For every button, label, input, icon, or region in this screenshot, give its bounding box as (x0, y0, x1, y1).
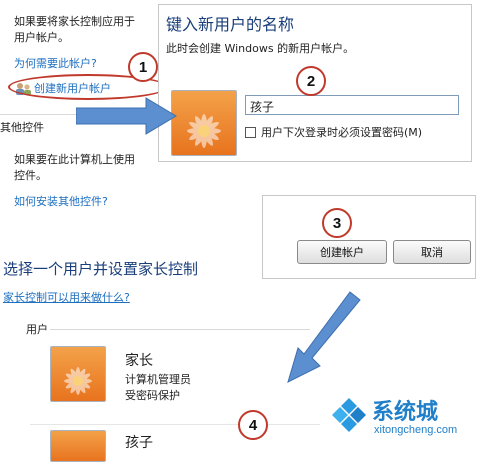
step-4-badge: 4 (238, 410, 268, 440)
dialog-subtitle: 此时会创建 Windows 的新用户帐户。 (166, 42, 355, 55)
username-input[interactable]: 孩子 (245, 95, 459, 115)
users-section-label: 用户 (26, 323, 48, 336)
step-2-badge: 2 (296, 66, 326, 96)
buttons-panel: 创建帐户 取消 (262, 195, 476, 279)
require-password-label: 用户下次登录时必须设置密码(M) (261, 126, 423, 139)
why-need-account-link[interactable]: 为何需要此帐户? (14, 56, 97, 71)
cancel-button[interactable]: 取消 (393, 240, 471, 264)
right-arrow-icon (75, 96, 178, 136)
intro-line-1: 如果要将家长控制应用于 (14, 15, 135, 28)
new-user-avatar (171, 90, 237, 156)
other-controls-heading: 其他控件 (0, 121, 44, 134)
other-controls-line-1: 如果要在此计算机上使用 (14, 153, 135, 166)
choose-user-heading: 选择一个用户并设置家长控制 (3, 260, 199, 278)
down-left-arrow-icon (282, 288, 362, 388)
watermark-url: xitongcheng.com (374, 424, 458, 436)
divider-users (50, 329, 310, 330)
step-1-badge: 1 (128, 52, 158, 82)
user1-role: 计算机管理员 (125, 373, 191, 386)
other-controls-line-2: 控件。 (14, 169, 47, 182)
parent-avatar[interactable] (50, 346, 106, 402)
require-password-checkbox[interactable] (245, 127, 256, 138)
step-3-badge: 3 (322, 208, 352, 238)
watermark-logo-icon (330, 396, 368, 434)
create-account-button[interactable]: 创建帐户 (297, 240, 387, 264)
user2-name: 孩子 (125, 435, 153, 451)
intro-line-2: 用户帐户。 (14, 31, 69, 44)
child-avatar[interactable] (50, 430, 106, 462)
divider-user2 (30, 424, 320, 425)
username-value: 孩子 (250, 100, 275, 114)
dialog-title: 键入新用户的名称 (166, 15, 295, 34)
what-parental-controls-link[interactable]: 家长控制可以用来做什么? (3, 290, 130, 305)
watermark: 系统城 xitongcheng.com (330, 392, 474, 442)
user1-name: 家长 (125, 353, 153, 369)
watermark-brand: 系统城 (372, 399, 439, 424)
install-other-controls-link[interactable]: 如何安装其他控件? (14, 194, 108, 209)
user1-password-status: 受密码保护 (125, 389, 180, 402)
